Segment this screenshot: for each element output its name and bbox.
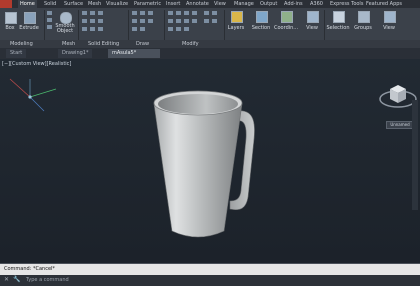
modify-tool-icon[interactable] bbox=[168, 27, 173, 31]
extrude-button[interactable]: Extrude bbox=[19, 25, 39, 31]
doc-tab-start[interactable]: Start bbox=[6, 49, 27, 58]
wrench-icon[interactable]: 🔧 bbox=[13, 276, 20, 283]
solid-edit-icon[interactable] bbox=[98, 11, 103, 15]
application-menu-button[interactable] bbox=[0, 0, 12, 8]
tab-annotate[interactable]: Annotate bbox=[186, 0, 209, 8]
modify-tool-icon[interactable] bbox=[212, 11, 217, 15]
draw-tool-icon[interactable] bbox=[132, 11, 137, 15]
navigation-bar[interactable] bbox=[412, 100, 418, 210]
panel-label-modify[interactable]: Modify bbox=[182, 40, 199, 48]
section-icon[interactable] bbox=[256, 11, 268, 23]
groups-icon[interactable] bbox=[358, 11, 370, 23]
smooth-object-button[interactable]: Smooth Object bbox=[54, 24, 76, 34]
selection-icon[interactable] bbox=[333, 11, 345, 23]
draw-tool-icon[interactable] bbox=[140, 27, 145, 31]
tab-surface[interactable]: Surface bbox=[64, 0, 83, 8]
modify-tool-icon[interactable] bbox=[192, 11, 197, 15]
modify-tool-icon[interactable] bbox=[192, 19, 197, 23]
view-icon[interactable] bbox=[384, 11, 396, 23]
panel-divider bbox=[324, 10, 325, 40]
panel-label-solid-editing[interactable]: Solid Editing bbox=[88, 40, 119, 48]
ucs-dropdown[interactable]: Unnamed bbox=[386, 121, 414, 129]
tab-express-tools[interactable]: Express Tools bbox=[330, 0, 363, 8]
view-icon[interactable] bbox=[307, 11, 319, 23]
close-icon[interactable]: ✕ bbox=[4, 276, 9, 283]
panel-divider bbox=[44, 10, 45, 40]
section-button[interactable]: Section bbox=[250, 25, 272, 31]
solid-edit-icon[interactable] bbox=[82, 19, 87, 23]
doc-tab-drawing1[interactable]: Drawing1* bbox=[58, 49, 93, 58]
command-history: Command: *Cancel* bbox=[0, 264, 420, 275]
document-tab-bar: Start Drawing1* mAsula5* bbox=[0, 48, 420, 59]
tab-a360[interactable]: A360 bbox=[310, 0, 323, 8]
command-input[interactable]: Type a command bbox=[0, 275, 420, 286]
command-line-panel: Command: *Cancel* Type a command ✕ 🔧 bbox=[0, 263, 420, 286]
view-button[interactable]: View bbox=[302, 25, 322, 31]
tab-output[interactable]: Output bbox=[260, 0, 277, 8]
panel-label-draw[interactable]: Draw bbox=[136, 40, 149, 48]
model-viewport[interactable]: [−][Custom View][Realistic] Unnamed bbox=[0, 59, 420, 263]
modify-tool-icon[interactable] bbox=[168, 11, 173, 15]
panel-divider bbox=[164, 10, 165, 40]
box-button[interactable]: Box bbox=[2, 25, 18, 31]
modify-tool-icon[interactable] bbox=[176, 11, 181, 15]
panel-label-mesh[interactable]: Mesh bbox=[62, 40, 75, 48]
solid-edit-icon[interactable] bbox=[90, 11, 95, 15]
tab-insert[interactable]: Insert bbox=[166, 0, 180, 8]
coordinates-icon[interactable] bbox=[281, 11, 293, 23]
draw-tool-icon[interactable] bbox=[140, 11, 145, 15]
tab-view[interactable]: View bbox=[214, 0, 226, 8]
panel-divider bbox=[128, 10, 129, 40]
tab-featured-apps[interactable]: Featured Apps bbox=[366, 0, 402, 8]
tab-solid[interactable]: Solid bbox=[44, 0, 56, 8]
draw-tool-icon[interactable] bbox=[148, 11, 153, 15]
panel-divider bbox=[224, 10, 225, 40]
draw-tool-icon[interactable] bbox=[132, 27, 137, 31]
draw-tool-icon[interactable] bbox=[148, 19, 153, 23]
modify-tool-icon[interactable] bbox=[184, 27, 189, 31]
draw-tool-icon[interactable] bbox=[132, 19, 137, 23]
extrude-icon[interactable] bbox=[24, 12, 36, 24]
panel-label-modeling[interactable]: Modeling bbox=[10, 40, 33, 48]
doc-tab-active[interactable]: mAsula5* bbox=[108, 49, 160, 58]
layers-icon[interactable] bbox=[231, 11, 243, 23]
modify-tool-icon[interactable] bbox=[204, 11, 209, 15]
modify-tool-icon[interactable] bbox=[176, 27, 181, 31]
tab-parametric[interactable]: Parametric bbox=[134, 0, 161, 8]
solid-edit-icon[interactable] bbox=[90, 27, 95, 31]
solid-edit-icon[interactable] bbox=[90, 19, 95, 23]
ucs-axis-icon bbox=[9, 78, 57, 112]
layers-button[interactable]: Layers bbox=[226, 25, 246, 31]
coordinates-button[interactable]: Coordin... bbox=[274, 25, 298, 31]
groups-button[interactable]: Groups bbox=[352, 25, 374, 31]
ribbon-panel-labels: Modeling Mesh Solid Editing Draw Modify bbox=[0, 40, 420, 48]
modify-tool-icon[interactable] bbox=[184, 11, 189, 15]
modify-tool-icon[interactable] bbox=[176, 19, 181, 23]
solid-edit-icon[interactable] bbox=[98, 27, 103, 31]
tab-manage[interactable]: Manage bbox=[234, 0, 254, 8]
tab-add-ins[interactable]: Add-ins bbox=[284, 0, 303, 8]
view-button[interactable]: View bbox=[378, 25, 400, 31]
solid-edit-icon[interactable] bbox=[82, 11, 87, 15]
mesh-tool-icon[interactable] bbox=[47, 11, 52, 15]
ribbon-tab-bar: Home Solid Surface Mesh Visualize Parame… bbox=[0, 0, 420, 8]
modify-tool-icon[interactable] bbox=[184, 19, 189, 23]
viewcube-icon[interactable] bbox=[379, 85, 417, 108]
mug-3d-model[interactable] bbox=[153, 90, 243, 238]
modify-tool-icon[interactable] bbox=[204, 19, 209, 23]
selection-button[interactable]: Selection bbox=[326, 25, 350, 31]
mesh-tool-icon[interactable] bbox=[47, 25, 52, 29]
tab-visualize[interactable]: Visualize bbox=[106, 0, 128, 8]
tab-home[interactable]: Home bbox=[18, 0, 37, 8]
panel-divider bbox=[78, 10, 79, 40]
modify-tool-icon[interactable] bbox=[168, 19, 173, 23]
draw-tool-icon[interactable] bbox=[140, 19, 145, 23]
modify-tool-icon[interactable] bbox=[212, 19, 217, 23]
tab-mesh[interactable]: Mesh bbox=[88, 0, 101, 8]
mesh-tool-icon[interactable] bbox=[47, 18, 52, 22]
solid-edit-icon[interactable] bbox=[98, 19, 103, 23]
box-icon[interactable] bbox=[5, 12, 17, 24]
solid-edit-icon[interactable] bbox=[82, 27, 87, 31]
viewport-canvas bbox=[9, 78, 417, 238]
